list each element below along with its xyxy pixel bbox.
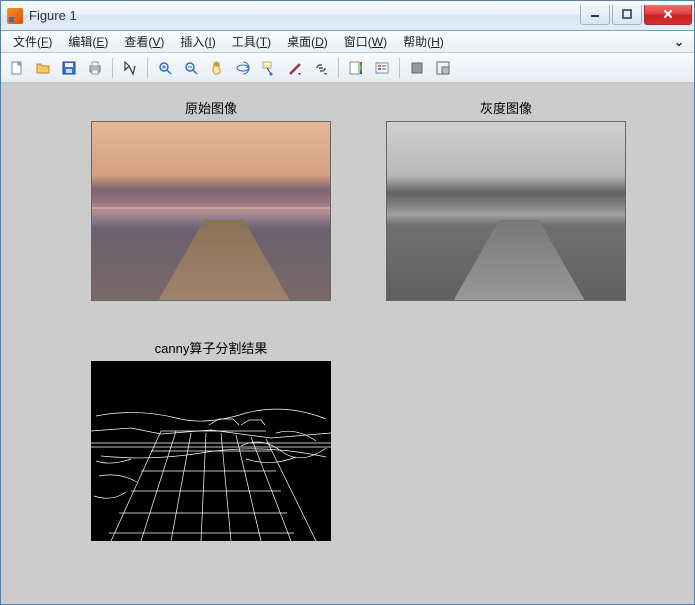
subplot-1: 原始图像	[91, 98, 331, 301]
dock-indicator-icon[interactable]: ⌄	[668, 35, 690, 49]
zoom-in-button[interactable]	[153, 56, 177, 80]
subplot-2-title: 灰度图像	[386, 98, 626, 117]
dock-figure-button[interactable]	[431, 56, 455, 80]
title-bar[interactable]: Figure 1	[1, 1, 694, 31]
print-button[interactable]	[83, 56, 107, 80]
brush-button[interactable]	[283, 56, 307, 80]
subplot-3-title: canny算子分割结果	[91, 338, 331, 357]
hide-tools-button[interactable]	[405, 56, 429, 80]
toolbar-separator	[399, 58, 400, 78]
pan-button[interactable]	[205, 56, 229, 80]
save-button[interactable]	[57, 56, 81, 80]
maximize-button[interactable]	[612, 5, 642, 25]
canny-edge-axes[interactable]	[91, 361, 331, 541]
original-image-axes[interactable]	[91, 121, 331, 301]
menu-window[interactable]: 窗口(W)	[336, 31, 395, 52]
subplot-1-title: 原始图像	[91, 98, 331, 117]
menu-insert[interactable]: 插入(I)	[172, 31, 223, 52]
grayscale-image-axes[interactable]	[386, 121, 626, 301]
menu-file[interactable]: 文件(F)	[5, 31, 60, 52]
insert-colorbar-button[interactable]	[344, 56, 368, 80]
menu-help[interactable]: 帮助(H)	[395, 31, 452, 52]
window-title: Figure 1	[29, 8, 578, 23]
data-cursor-button[interactable]	[257, 56, 281, 80]
matlab-figure-icon	[7, 8, 23, 24]
menu-tools[interactable]: 工具(T)	[224, 31, 279, 52]
window-controls	[578, 5, 692, 27]
rotate-3d-button[interactable]	[231, 56, 255, 80]
toolbar-separator	[147, 58, 148, 78]
toolbar-separator	[338, 58, 339, 78]
insert-legend-button[interactable]	[370, 56, 394, 80]
close-button[interactable]	[644, 5, 692, 25]
menu-view[interactable]: 查看(V)	[116, 31, 172, 52]
toolbar-separator	[112, 58, 113, 78]
figure-toolbar	[1, 53, 694, 83]
subplot-2: 灰度图像	[386, 98, 626, 301]
link-button[interactable]	[309, 56, 333, 80]
new-figure-button[interactable]	[5, 56, 29, 80]
minimize-button[interactable]	[580, 5, 610, 25]
edit-plot-button[interactable]	[118, 56, 142, 80]
zoom-out-button[interactable]	[179, 56, 203, 80]
menu-edit[interactable]: 编辑(E)	[60, 31, 116, 52]
figure-window: Figure 1 文件(F) 编辑(E) 查看(V) 插入(I) 工具(T) 桌…	[0, 0, 695, 605]
menu-bar: 文件(F) 编辑(E) 查看(V) 插入(I) 工具(T) 桌面(D) 窗口(W…	[1, 31, 694, 53]
menu-desktop[interactable]: 桌面(D)	[279, 31, 336, 52]
figure-canvas[interactable]: 原始图像 灰度图像 canny算子分割结果	[1, 83, 694, 604]
open-button[interactable]	[31, 56, 55, 80]
subplot-3: canny算子分割结果	[91, 338, 331, 541]
